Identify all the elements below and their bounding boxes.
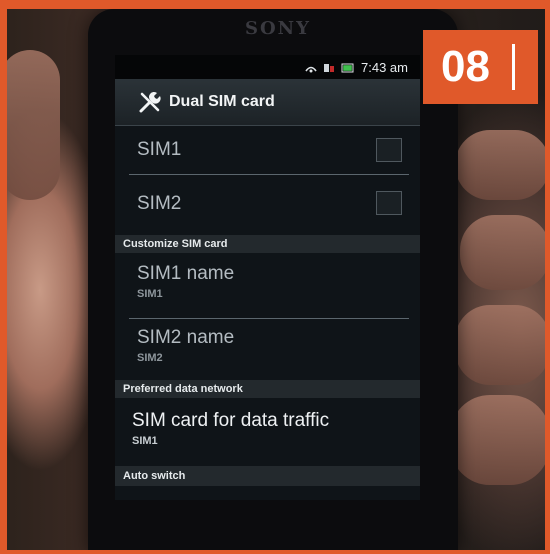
finger-3 xyxy=(455,305,550,385)
signal-icon xyxy=(305,66,317,72)
section-header-customize: Customize SIM card xyxy=(115,235,420,253)
data-traffic-value: SIM1 xyxy=(132,435,158,447)
status-icons: 7:43 am xyxy=(305,60,408,75)
finger-4 xyxy=(450,395,550,485)
sim1-name-label: SIM1 name xyxy=(137,263,235,284)
section-header-auto-switch: Auto switch xyxy=(115,466,420,486)
sim1-checkbox[interactable] xyxy=(376,138,402,162)
sim2-toggle-row[interactable]: SIM2 xyxy=(115,187,420,231)
sim1-name-row[interactable]: SIM1 name SIM1 xyxy=(115,263,420,315)
sim1-toggle-row[interactable]: SIM1 xyxy=(115,135,420,179)
clock: 7:43 am xyxy=(361,60,408,75)
sim2-checkbox[interactable] xyxy=(376,191,402,215)
brand-logo: SONY xyxy=(245,18,311,39)
step-number-badge: 08 xyxy=(423,30,538,104)
sim2-name-row[interactable]: SIM2 name SIM2 xyxy=(115,327,420,379)
sim1-name-value: SIM1 xyxy=(137,288,163,300)
sim2-name-label: SIM2 name xyxy=(137,327,235,348)
sim2-name-value: SIM2 xyxy=(137,352,163,364)
divider xyxy=(129,318,409,319)
divider xyxy=(129,174,409,175)
step-number: 08 xyxy=(441,42,490,91)
title-bar: Dual SIM card xyxy=(115,79,420,126)
section-header-data-network: Preferred data network xyxy=(115,380,420,398)
battery-icon xyxy=(341,63,354,72)
sim-icon xyxy=(324,63,335,72)
data-traffic-label: SIM card for data traffic xyxy=(132,410,330,431)
data-traffic-row[interactable]: SIM card for data traffic SIM1 xyxy=(115,410,420,462)
status-bar: 7:43 am xyxy=(115,55,420,79)
thumb xyxy=(0,50,60,200)
tools-icon xyxy=(139,92,161,113)
page-title: Dual SIM card xyxy=(169,93,275,110)
finger-2 xyxy=(460,215,550,290)
phone-screen: 7:43 am Dual SIM card SIM1 SIM2 Customiz… xyxy=(115,55,420,500)
finger-1 xyxy=(455,130,550,200)
badge-divider xyxy=(512,44,515,90)
